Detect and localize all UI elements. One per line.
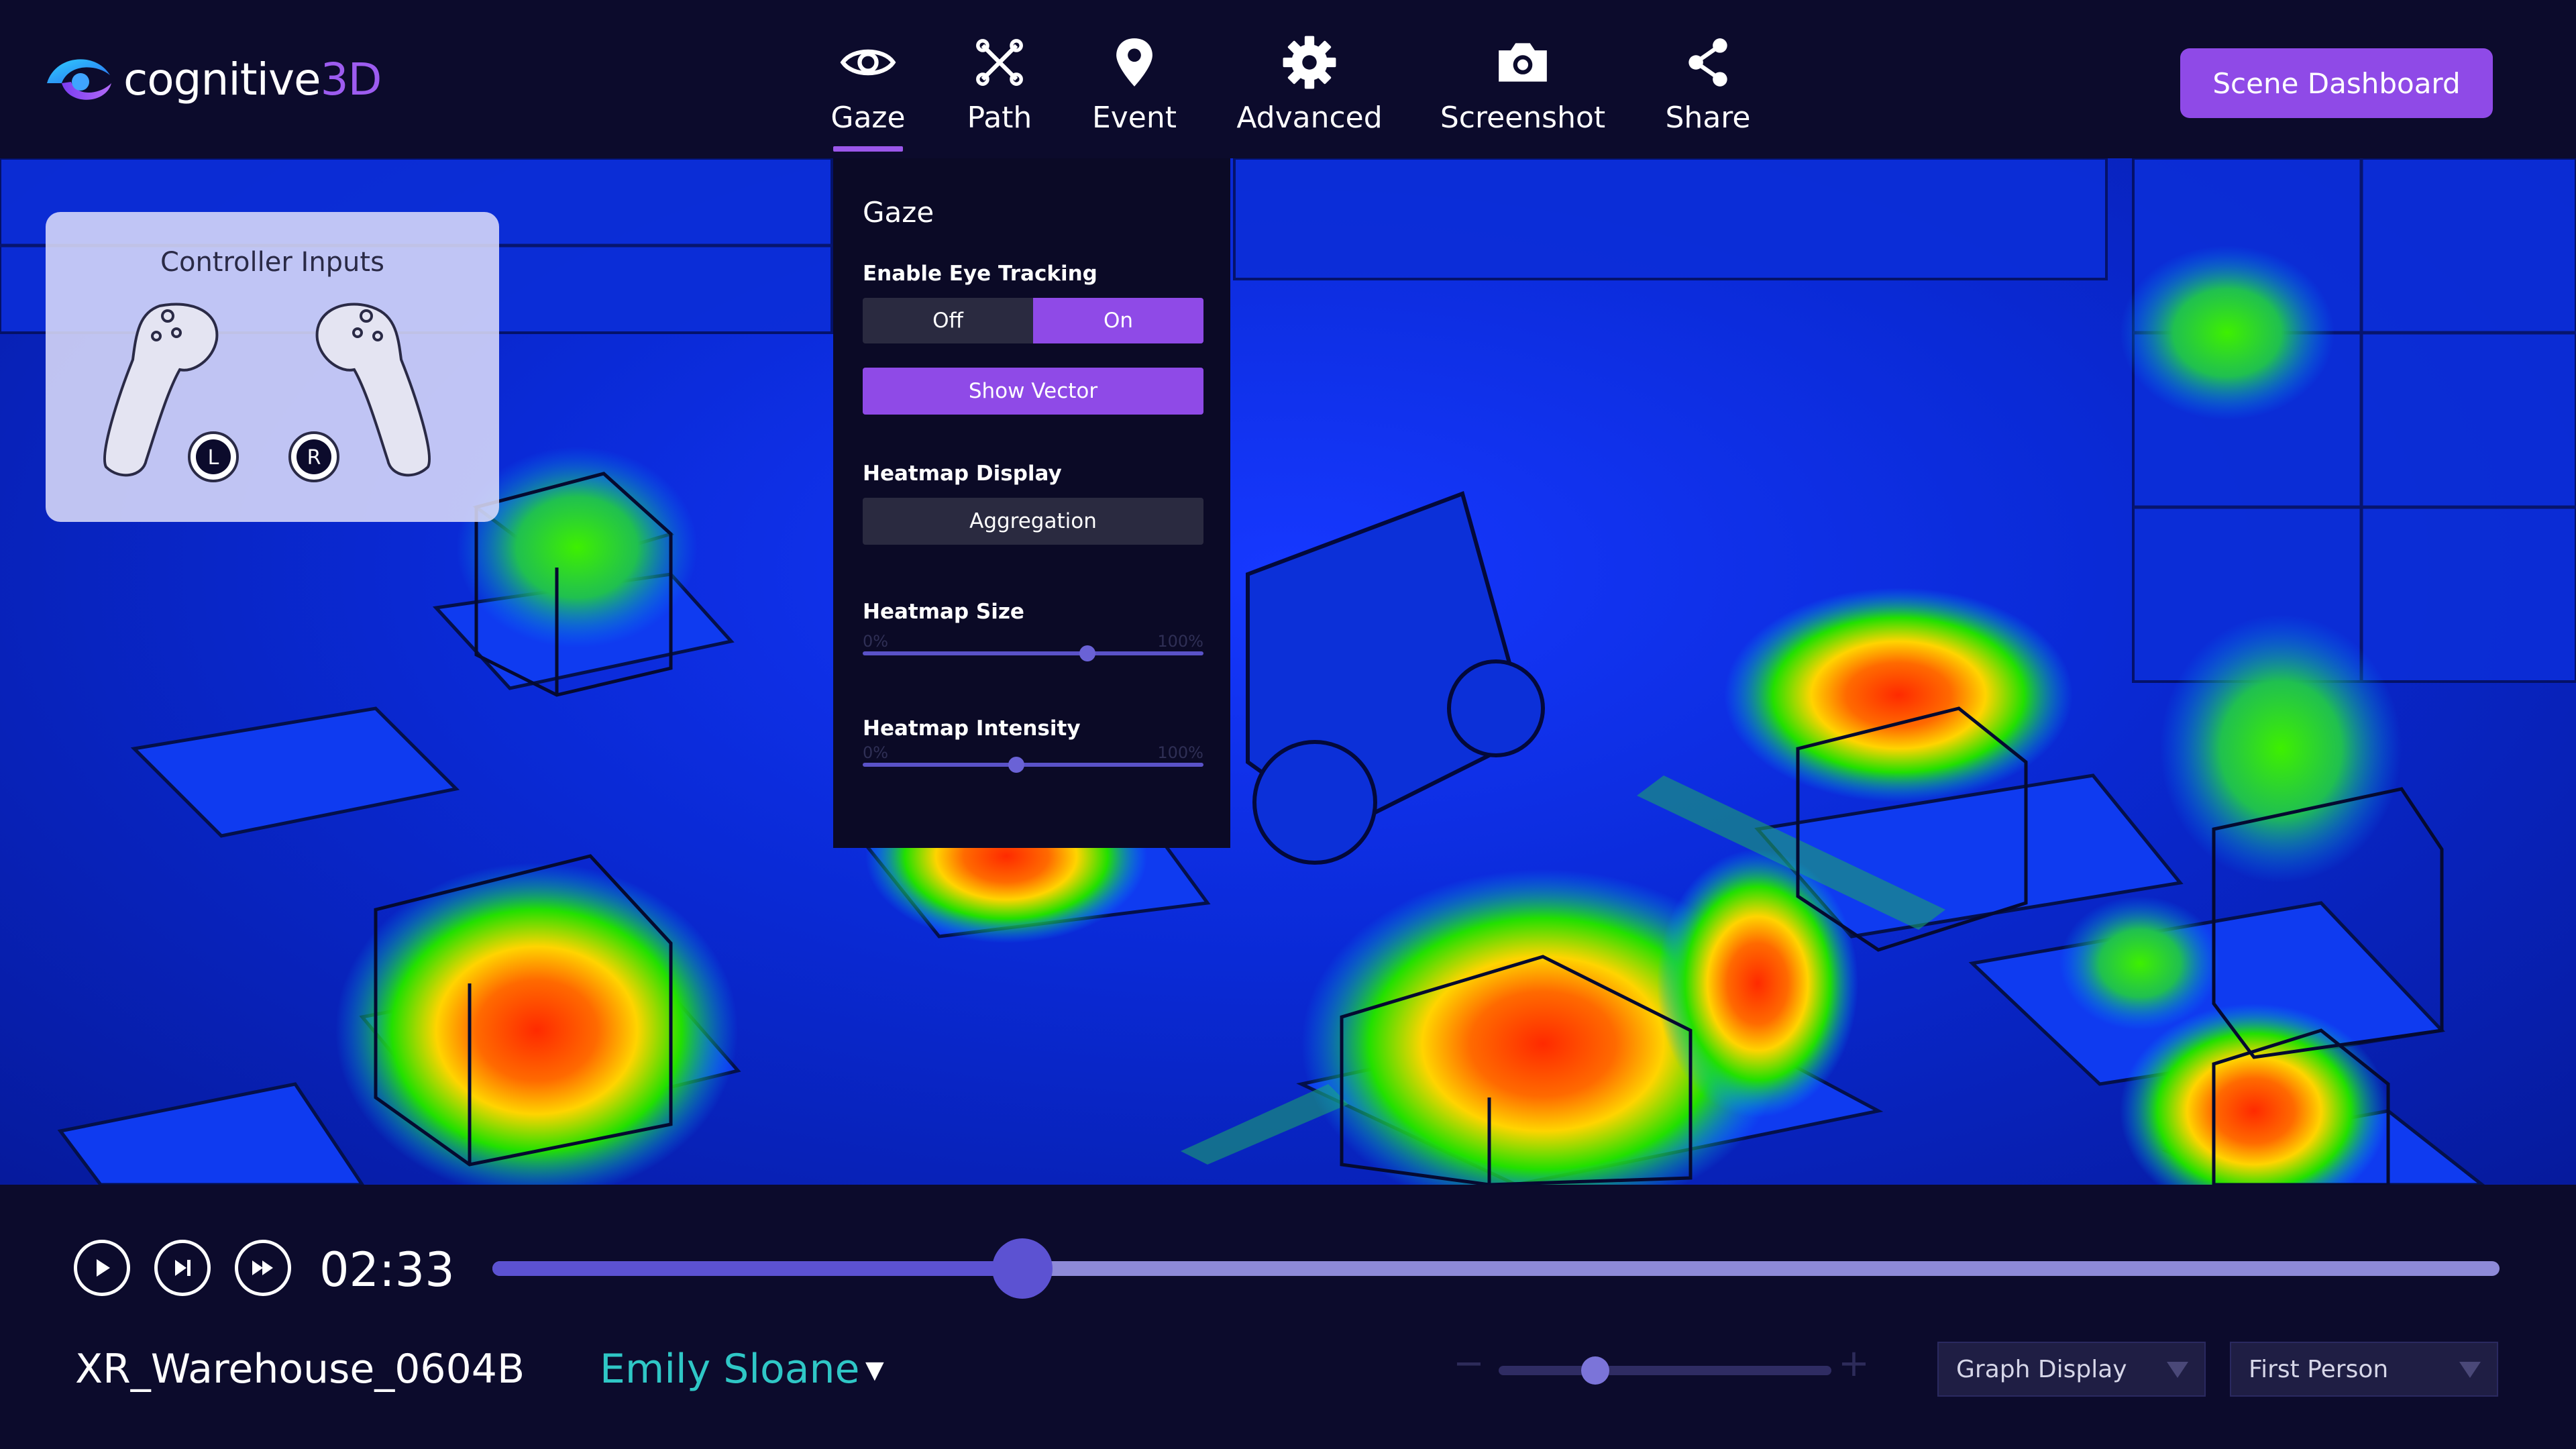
zoom-slider[interactable] [1499,1356,1831,1385]
heatmap-size-track [863,651,1203,655]
map-pin-icon [1116,38,1152,87]
tool-advanced-label: Advanced [1236,101,1383,135]
heatmap-size-min: 0% [863,632,889,651]
show-vector-button[interactable]: Show Vector [863,368,1203,415]
heatmap-intensity-handle[interactable] [1008,757,1024,773]
tool-share-button[interactable]: Share [1665,34,1751,148]
tool-screenshot-label: Screenshot [1440,101,1606,135]
logo-icon [47,59,111,100]
camera-icon [1499,43,1547,82]
share-icon [1688,38,1727,87]
controllers-illustration: L R [103,303,431,482]
heatmap-size-label: Heatmap Size [863,600,1024,624]
heatmap-intensity-slider[interactable]: 0% 100% [863,743,1203,773]
eye-tracking-toggle: Off On [863,298,1203,343]
tool-gaze-label: Gaze [830,101,906,135]
playback-time: 02:33 [319,1242,455,1297]
heatmap-size-max: 100% [1157,632,1203,651]
timeline-progress [492,1261,1022,1276]
heatmap-display-selector[interactable]: Aggregation [863,498,1203,545]
app-logo[interactable]: cognitive3D [42,48,382,110]
tool-event-button[interactable]: Event [1085,34,1183,148]
session-user-selector[interactable]: Emily Sloane [600,1346,859,1393]
heatmap-size-handle[interactable] [1079,645,1096,661]
heatmap-size-slider[interactable]: 0% 100% [863,632,1203,661]
graph-display-chevron-icon [2167,1362,2188,1378]
gaze-panel-title: Gaze [863,196,934,229]
fast-forward-icon [252,1260,273,1275]
top-toolbar: cognitive3D Gaze Path Event Advanced Scr… [0,0,2576,158]
heatmap-intensity-max: 100% [1157,743,1203,762]
left-controller-label: L [208,446,219,470]
eye-tracking-off-button[interactable]: Off [863,298,1033,343]
zoom-out-button[interactable]: − [1453,1342,1485,1385]
skip-next-button[interactable] [154,1240,211,1296]
eye-tracking-on-button[interactable]: On [1033,298,1203,343]
fast-forward-button[interactable] [235,1240,291,1296]
path-cross-icon [976,39,1023,86]
heatmap-display-label: Heatmap Display [863,462,1062,486]
timeline-scrubber[interactable] [991,1238,1053,1299]
eye-icon [840,49,896,76]
tool-path-button[interactable]: Path [958,34,1041,148]
playback-bar [0,1185,2576,1449]
camera-mode-value: First Person [2249,1355,2389,1383]
logo-wordmark: cognitive3D [123,53,382,105]
heatmap-intensity-track [863,763,1203,767]
tool-gaze-button[interactable]: Gaze [826,34,910,152]
tool-path-label: Path [967,101,1032,135]
user-dropdown-caret-icon[interactable]: ▼ [865,1356,884,1384]
gaze-settings-panel: Gaze Enable Eye Tracking Off On Show Vec… [833,158,1230,848]
tool-screenshot-button[interactable]: Screenshot [1440,34,1606,148]
controller-inputs-title: Controller Inputs [160,247,384,278]
graph-display-value: Graph Display [1956,1355,2127,1383]
scene-name: XR_Warehouse_0604B [75,1346,525,1393]
active-tab-indicator [833,146,903,152]
gear-icon [1283,36,1336,89]
scene-dashboard-button[interactable]: Scene Dashboard [2180,48,2493,118]
play-icon [97,1259,110,1277]
camera-mode-dropdown[interactable]: First Person [2230,1342,2498,1397]
heatmap-intensity-label: Heatmap Intensity [863,716,1081,741]
right-controller-label: R [307,446,321,470]
eye-tracking-label: Enable Eye Tracking [863,262,1097,286]
skip-next-icon [175,1260,191,1276]
heatmap-intensity-min: 0% [863,743,889,762]
controller-inputs-card: Controller Inputs L R [46,212,499,522]
camera-mode-chevron-icon [2459,1362,2481,1378]
zoom-in-button[interactable]: + [1838,1342,1870,1385]
graph-display-dropdown[interactable]: Graph Display [1937,1342,2206,1397]
tool-share-label: Share [1665,101,1751,135]
tool-advanced-button[interactable]: Advanced [1236,34,1383,148]
zoom-slider-handle[interactable] [1580,1356,1609,1385]
playback-timeline[interactable] [492,1238,2500,1299]
play-button[interactable] [74,1240,130,1296]
tool-event-label: Event [1091,101,1177,135]
